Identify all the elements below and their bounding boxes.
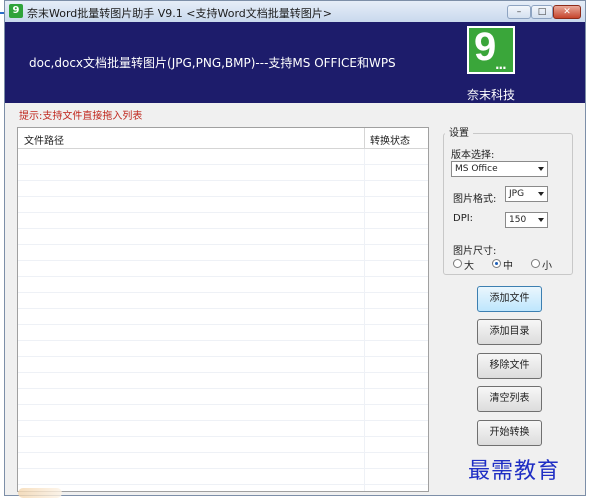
format-select-value: JPG	[509, 189, 525, 199]
add-file-button[interactable]: 添加文件	[477, 286, 542, 312]
add-directory-button[interactable]: 添加目录	[477, 319, 542, 345]
maximize-button[interactable]: □	[531, 5, 553, 19]
dpi-select[interactable]: 150	[505, 212, 548, 228]
size-radio-large[interactable]	[453, 259, 462, 268]
window-title: 奈末Word批量转图片助手 V9.1 <支持Word文档批量转图片>	[27, 7, 332, 20]
corner-decoration	[18, 488, 62, 498]
version-label: 版本选择:	[451, 150, 495, 161]
logo-dots: ...	[495, 58, 507, 72]
format-select[interactable]: JPG	[505, 186, 548, 202]
chevron-down-icon	[538, 167, 544, 171]
size-radio-small-label[interactable]: 小	[542, 257, 552, 272]
watermark-text: 最需教育	[468, 459, 561, 484]
size-radio-small[interactable]	[531, 259, 540, 268]
size-radio-medium[interactable]	[492, 259, 501, 268]
banner: doc,docx文档批量转图片(JPG,PNG,BMP)---支持MS OFFI…	[5, 22, 585, 103]
start-convert-button[interactable]: 开始转换	[477, 420, 542, 446]
chevron-down-icon	[538, 218, 544, 222]
settings-title: 设置	[445, 124, 473, 139]
close-button[interactable]: ✕	[553, 5, 581, 19]
size-radio-medium-label[interactable]: 中	[503, 257, 513, 272]
version-select-value: MS Office	[455, 164, 498, 174]
logo-digit: 9	[474, 25, 497, 69]
list-header: 文件路径 转换状态	[18, 128, 428, 149]
clear-list-button[interactable]: 清空列表	[477, 386, 542, 412]
drag-hint: 提示:支持文件直接拖入列表	[19, 111, 143, 122]
dpi-label: DPI:	[453, 213, 474, 224]
remove-file-button[interactable]: 移除文件	[477, 353, 542, 379]
minimize-button[interactable]: –	[507, 5, 531, 19]
company-logo-icon: 9 ...	[467, 25, 515, 74]
version-select[interactable]: MS Office	[451, 161, 548, 177]
column-divider[interactable]	[364, 128, 365, 148]
banner-text: doc,docx文档批量转图片(JPG,PNG,BMP)---支持MS OFFI…	[29, 56, 396, 70]
format-label: 图片格式:	[453, 194, 497, 205]
chevron-down-icon	[538, 192, 544, 196]
list-body[interactable]	[18, 149, 428, 491]
dpi-select-value: 150	[509, 215, 527, 225]
file-list[interactable]: 文件路径 转换状态	[17, 127, 429, 492]
app-icon: 9	[9, 4, 23, 18]
title-bar: 9 奈末Word批量转图片助手 V9.1 <支持Word文档批量转图片> – □…	[5, 1, 585, 23]
size-label: 图片尺寸:	[453, 246, 497, 257]
size-radio-large-label[interactable]: 大	[464, 257, 474, 272]
column-header-path[interactable]: 文件路径	[24, 132, 64, 147]
column-header-status[interactable]: 转换状态	[370, 132, 410, 147]
column-gridline	[364, 149, 365, 491]
app-window: 9 奈末Word批量转图片助手 V9.1 <支持Word文档批量转图片> – □…	[4, 0, 586, 496]
company-name: 奈末科技	[467, 88, 516, 102]
